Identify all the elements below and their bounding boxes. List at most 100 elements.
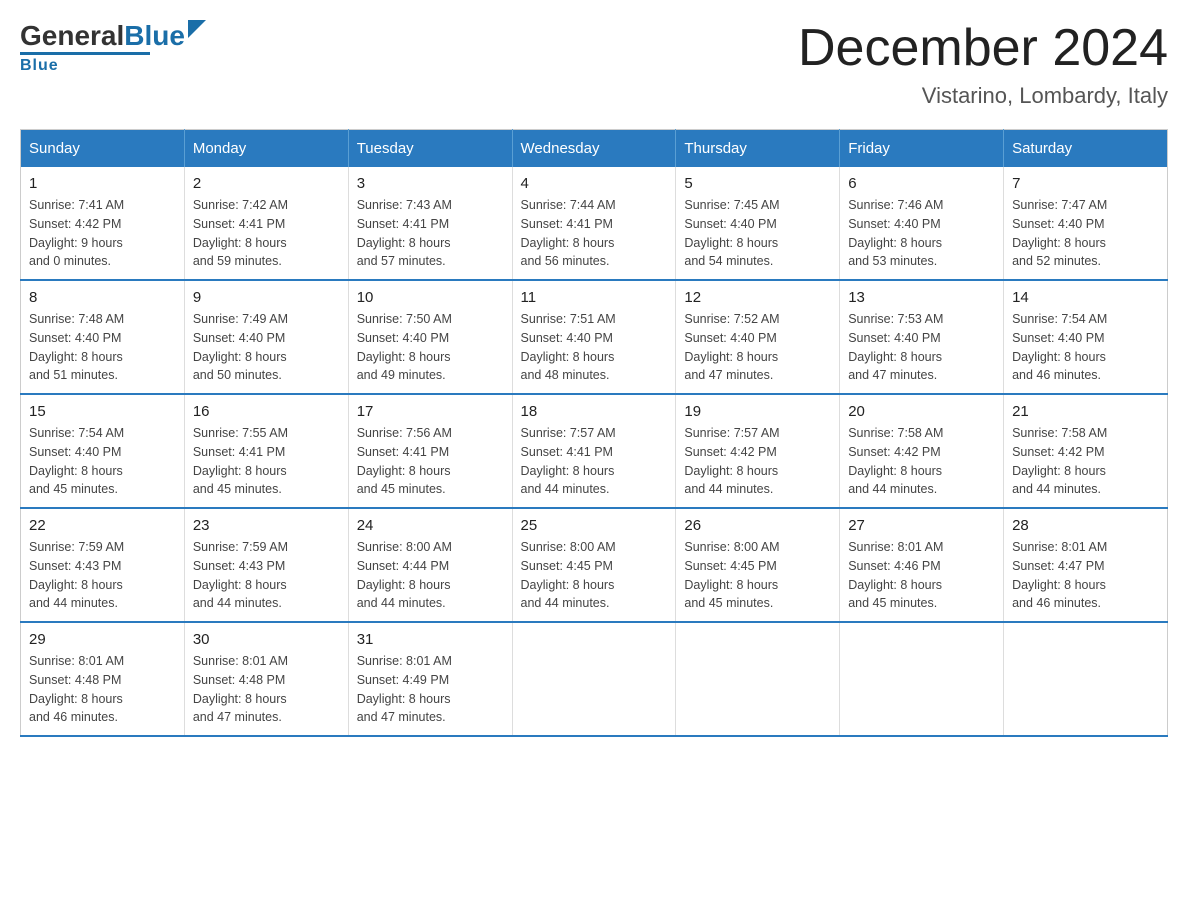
day-info: Sunrise: 7:46 AM Sunset: 4:40 PM Dayligh… bbox=[848, 196, 995, 271]
week-row-4: 22 Sunrise: 7:59 AM Sunset: 4:43 PM Dayl… bbox=[21, 508, 1168, 622]
calendar-cell: 21 Sunrise: 7:58 AM Sunset: 4:42 PM Dayl… bbox=[1004, 394, 1168, 508]
calendar-cell: 8 Sunrise: 7:48 AM Sunset: 4:40 PM Dayli… bbox=[21, 280, 185, 394]
calendar-cell: 30 Sunrise: 8:01 AM Sunset: 4:48 PM Dayl… bbox=[184, 622, 348, 736]
calendar-cell: 16 Sunrise: 7:55 AM Sunset: 4:41 PM Dayl… bbox=[184, 394, 348, 508]
calendar-cell: 17 Sunrise: 7:56 AM Sunset: 4:41 PM Dayl… bbox=[348, 394, 512, 508]
calendar-cell bbox=[512, 622, 676, 736]
calendar-cell: 24 Sunrise: 8:00 AM Sunset: 4:44 PM Dayl… bbox=[348, 508, 512, 622]
day-info: Sunrise: 7:58 AM Sunset: 4:42 PM Dayligh… bbox=[848, 424, 995, 499]
day-number: 19 bbox=[684, 403, 831, 420]
calendar-cell: 28 Sunrise: 8:01 AM Sunset: 4:47 PM Dayl… bbox=[1004, 508, 1168, 622]
day-number: 12 bbox=[684, 289, 831, 306]
day-header-wednesday: Wednesday bbox=[512, 130, 676, 168]
day-info: Sunrise: 7:54 AM Sunset: 4:40 PM Dayligh… bbox=[1012, 310, 1159, 385]
calendar-cell: 2 Sunrise: 7:42 AM Sunset: 4:41 PM Dayli… bbox=[184, 167, 348, 280]
calendar-cell: 12 Sunrise: 7:52 AM Sunset: 4:40 PM Dayl… bbox=[676, 280, 840, 394]
day-info: Sunrise: 7:53 AM Sunset: 4:40 PM Dayligh… bbox=[848, 310, 995, 385]
calendar-cell bbox=[1004, 622, 1168, 736]
calendar-cell: 4 Sunrise: 7:44 AM Sunset: 4:41 PM Dayli… bbox=[512, 167, 676, 280]
day-header-thursday: Thursday bbox=[676, 130, 840, 168]
day-info: Sunrise: 7:45 AM Sunset: 4:40 PM Dayligh… bbox=[684, 196, 831, 271]
calendar-cell: 25 Sunrise: 8:00 AM Sunset: 4:45 PM Dayl… bbox=[512, 508, 676, 622]
day-info: Sunrise: 7:52 AM Sunset: 4:40 PM Dayligh… bbox=[684, 310, 831, 385]
calendar-cell: 18 Sunrise: 7:57 AM Sunset: 4:41 PM Dayl… bbox=[512, 394, 676, 508]
day-number: 10 bbox=[357, 289, 504, 306]
day-info: Sunrise: 8:01 AM Sunset: 4:47 PM Dayligh… bbox=[1012, 538, 1159, 613]
day-info: Sunrise: 8:01 AM Sunset: 4:49 PM Dayligh… bbox=[357, 652, 504, 727]
day-number: 26 bbox=[684, 517, 831, 534]
day-number: 18 bbox=[521, 403, 668, 420]
calendar-table: SundayMondayTuesdayWednesdayThursdayFrid… bbox=[20, 129, 1168, 737]
logo-general-text: General bbox=[20, 20, 124, 52]
day-number: 28 bbox=[1012, 517, 1159, 534]
calendar-cell: 9 Sunrise: 7:49 AM Sunset: 4:40 PM Dayli… bbox=[184, 280, 348, 394]
day-info: Sunrise: 8:01 AM Sunset: 4:46 PM Dayligh… bbox=[848, 538, 995, 613]
day-header-tuesday: Tuesday bbox=[348, 130, 512, 168]
calendar-cell: 5 Sunrise: 7:45 AM Sunset: 4:40 PM Dayli… bbox=[676, 167, 840, 280]
day-number: 21 bbox=[1012, 403, 1159, 420]
calendar-cell: 26 Sunrise: 8:00 AM Sunset: 4:45 PM Dayl… bbox=[676, 508, 840, 622]
day-number: 17 bbox=[357, 403, 504, 420]
calendar-cell: 15 Sunrise: 7:54 AM Sunset: 4:40 PM Dayl… bbox=[21, 394, 185, 508]
week-row-3: 15 Sunrise: 7:54 AM Sunset: 4:40 PM Dayl… bbox=[21, 394, 1168, 508]
calendar-cell: 27 Sunrise: 8:01 AM Sunset: 4:46 PM Dayl… bbox=[840, 508, 1004, 622]
day-info: Sunrise: 8:00 AM Sunset: 4:45 PM Dayligh… bbox=[521, 538, 668, 613]
calendar-cell: 1 Sunrise: 7:41 AM Sunset: 4:42 PM Dayli… bbox=[21, 167, 185, 280]
day-number: 4 bbox=[521, 175, 668, 192]
day-number: 5 bbox=[684, 175, 831, 192]
day-info: Sunrise: 7:59 AM Sunset: 4:43 PM Dayligh… bbox=[29, 538, 176, 613]
day-header-sunday: Sunday bbox=[21, 130, 185, 168]
day-info: Sunrise: 7:50 AM Sunset: 4:40 PM Dayligh… bbox=[357, 310, 504, 385]
day-number: 3 bbox=[357, 175, 504, 192]
day-info: Sunrise: 7:47 AM Sunset: 4:40 PM Dayligh… bbox=[1012, 196, 1159, 271]
day-number: 27 bbox=[848, 517, 995, 534]
day-number: 23 bbox=[193, 517, 340, 534]
calendar-cell: 7 Sunrise: 7:47 AM Sunset: 4:40 PM Dayli… bbox=[1004, 167, 1168, 280]
calendar-header-row: SundayMondayTuesdayWednesdayThursdayFrid… bbox=[21, 130, 1168, 168]
logo-tagline: Blue bbox=[20, 57, 59, 75]
day-header-monday: Monday bbox=[184, 130, 348, 168]
day-info: Sunrise: 7:44 AM Sunset: 4:41 PM Dayligh… bbox=[521, 196, 668, 271]
day-number: 29 bbox=[29, 631, 176, 648]
week-row-5: 29 Sunrise: 8:01 AM Sunset: 4:48 PM Dayl… bbox=[21, 622, 1168, 736]
day-info: Sunrise: 7:59 AM Sunset: 4:43 PM Dayligh… bbox=[193, 538, 340, 613]
day-header-saturday: Saturday bbox=[1004, 130, 1168, 168]
calendar-cell bbox=[840, 622, 1004, 736]
day-number: 7 bbox=[1012, 175, 1159, 192]
day-info: Sunrise: 8:00 AM Sunset: 4:45 PM Dayligh… bbox=[684, 538, 831, 613]
day-number: 31 bbox=[357, 631, 504, 648]
day-number: 25 bbox=[521, 517, 668, 534]
calendar-cell bbox=[676, 622, 840, 736]
day-info: Sunrise: 7:56 AM Sunset: 4:41 PM Dayligh… bbox=[357, 424, 504, 499]
day-number: 20 bbox=[848, 403, 995, 420]
calendar-cell: 14 Sunrise: 7:54 AM Sunset: 4:40 PM Dayl… bbox=[1004, 280, 1168, 394]
day-number: 11 bbox=[521, 289, 668, 306]
day-info: Sunrise: 7:51 AM Sunset: 4:40 PM Dayligh… bbox=[521, 310, 668, 385]
day-info: Sunrise: 8:01 AM Sunset: 4:48 PM Dayligh… bbox=[29, 652, 176, 727]
day-number: 8 bbox=[29, 289, 176, 306]
calendar-cell: 31 Sunrise: 8:01 AM Sunset: 4:49 PM Dayl… bbox=[348, 622, 512, 736]
day-info: Sunrise: 7:48 AM Sunset: 4:40 PM Dayligh… bbox=[29, 310, 176, 385]
calendar-cell: 13 Sunrise: 7:53 AM Sunset: 4:40 PM Dayl… bbox=[840, 280, 1004, 394]
logo-blue-part: Blue bbox=[124, 20, 206, 52]
day-number: 15 bbox=[29, 403, 176, 420]
day-number: 22 bbox=[29, 517, 176, 534]
day-info: Sunrise: 7:43 AM Sunset: 4:41 PM Dayligh… bbox=[357, 196, 504, 271]
day-info: Sunrise: 8:00 AM Sunset: 4:44 PM Dayligh… bbox=[357, 538, 504, 613]
calendar-cell: 11 Sunrise: 7:51 AM Sunset: 4:40 PM Dayl… bbox=[512, 280, 676, 394]
day-number: 30 bbox=[193, 631, 340, 648]
day-info: Sunrise: 7:57 AM Sunset: 4:42 PM Dayligh… bbox=[684, 424, 831, 499]
calendar-cell: 10 Sunrise: 7:50 AM Sunset: 4:40 PM Dayl… bbox=[348, 280, 512, 394]
week-row-2: 8 Sunrise: 7:48 AM Sunset: 4:40 PM Dayli… bbox=[21, 280, 1168, 394]
day-number: 9 bbox=[193, 289, 340, 306]
day-number: 1 bbox=[29, 175, 176, 192]
day-info: Sunrise: 7:58 AM Sunset: 4:42 PM Dayligh… bbox=[1012, 424, 1159, 499]
day-number: 2 bbox=[193, 175, 340, 192]
location-subtitle: Vistarino, Lombardy, Italy bbox=[798, 83, 1168, 109]
month-year-title: December 2024 bbox=[798, 20, 1168, 77]
calendar-cell: 29 Sunrise: 8:01 AM Sunset: 4:48 PM Dayl… bbox=[21, 622, 185, 736]
calendar-cell: 19 Sunrise: 7:57 AM Sunset: 4:42 PM Dayl… bbox=[676, 394, 840, 508]
day-number: 13 bbox=[848, 289, 995, 306]
logo-triangle-icon bbox=[188, 20, 206, 38]
title-block: December 2024 Vistarino, Lombardy, Italy bbox=[798, 20, 1168, 109]
